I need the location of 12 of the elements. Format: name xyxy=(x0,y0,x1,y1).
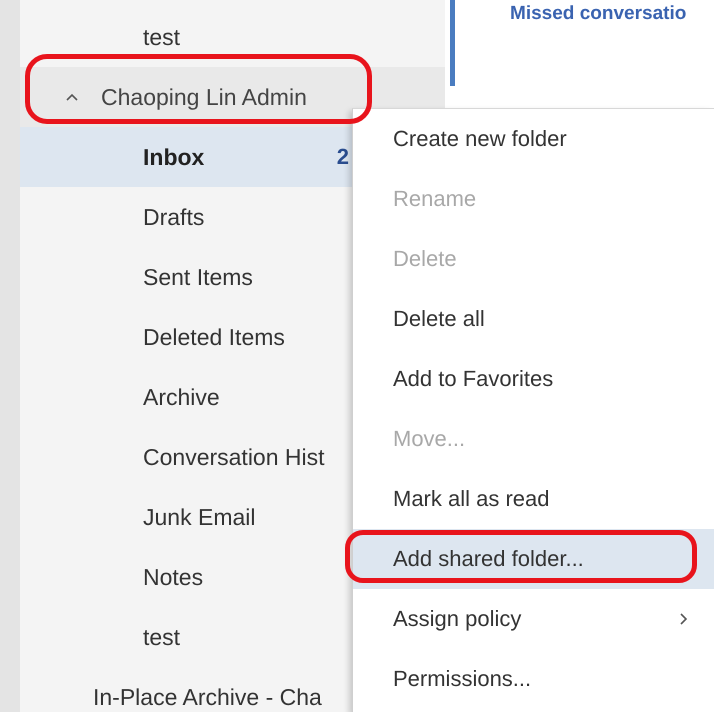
folder-item[interactable]: test xyxy=(20,7,445,67)
menu-item[interactable]: Delete all xyxy=(353,289,714,349)
menu-item[interactable]: Permissions... xyxy=(353,649,714,709)
menu-item: Rename xyxy=(392,185,478,213)
menu-item[interactable]: Add to Favorites xyxy=(353,349,714,409)
message-subject[interactable]: Missed conversatio xyxy=(510,3,686,24)
menu-item: Move... xyxy=(392,425,466,453)
menu-item[interactable]: Assign policy xyxy=(353,589,714,649)
chevron-up-icon[interactable] xyxy=(65,92,79,102)
menu-item[interactable]: Mark all as read xyxy=(353,469,714,529)
menu-item: Delete xyxy=(392,245,458,273)
unread-count: 2 xyxy=(336,144,349,170)
